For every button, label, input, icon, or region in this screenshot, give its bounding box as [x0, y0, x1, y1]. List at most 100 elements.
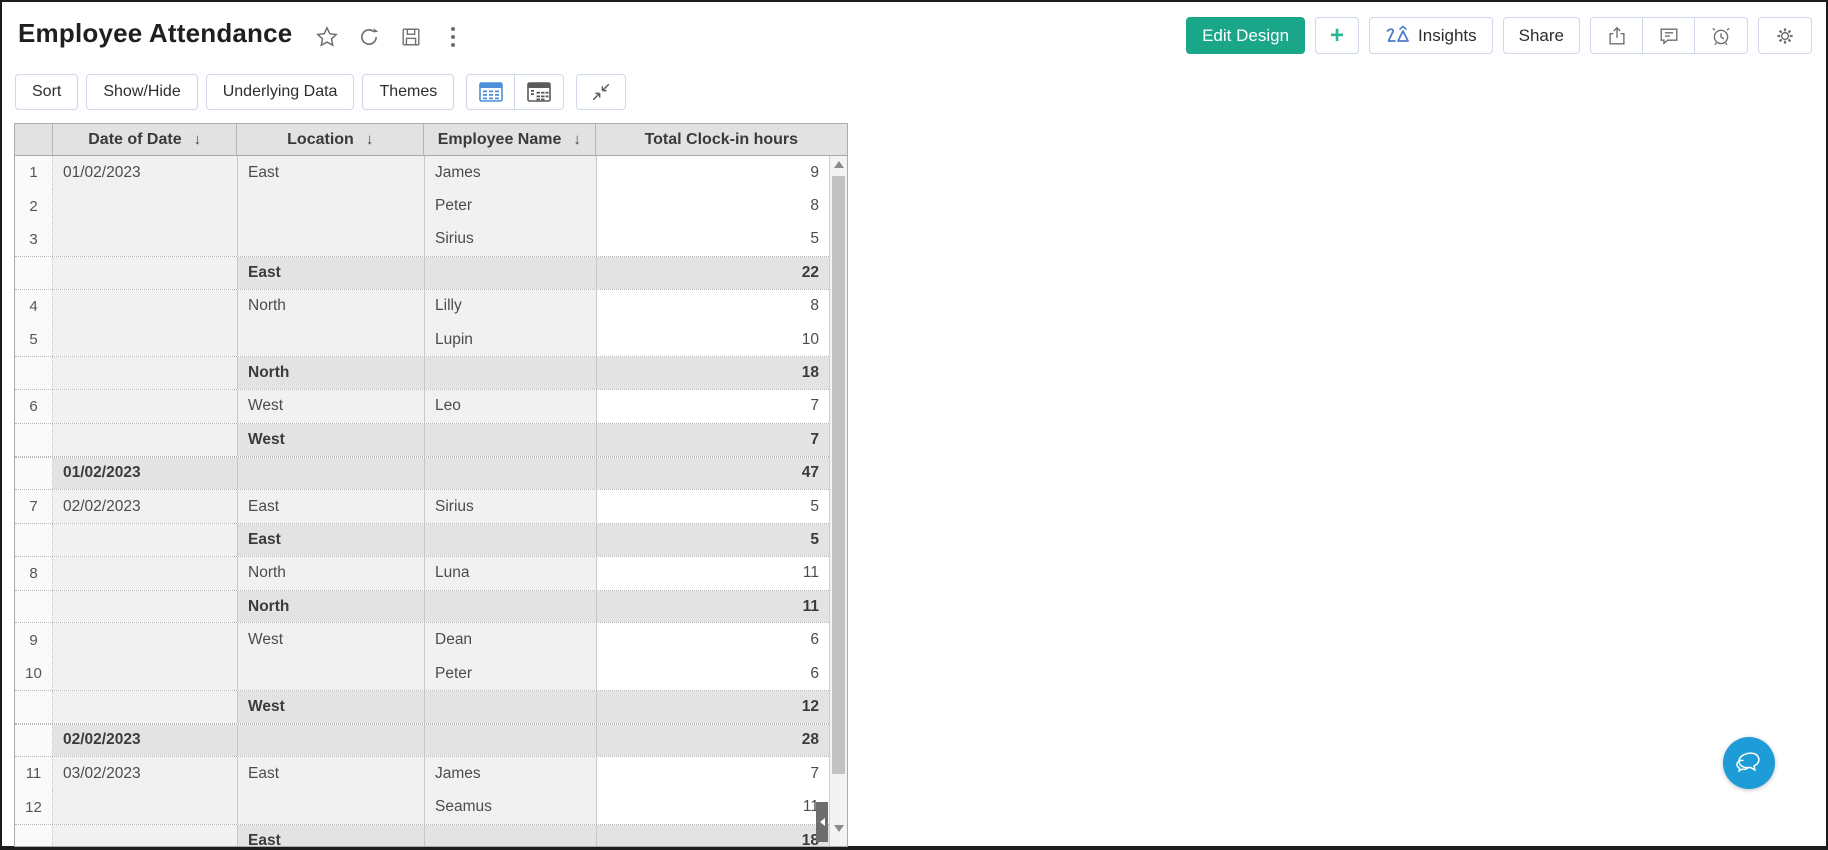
employee-cell [425, 591, 597, 623]
row-number-cell [15, 257, 53, 289]
employee-cell: Luna [425, 556, 597, 591]
add-button[interactable]: + [1315, 17, 1360, 54]
export-icon[interactable] [1591, 18, 1643, 53]
employee-cell [425, 691, 597, 723]
table-row[interactable]: 1 01/02/2023 East James 9 [15, 156, 829, 190]
location-cell [238, 189, 425, 223]
row-number-header [15, 124, 53, 155]
location-cell [238, 656, 425, 691]
subtotal-row[interactable]: East 5 [15, 523, 829, 557]
subtotal-row[interactable]: West 7 [15, 423, 829, 457]
subtotal-row[interactable]: West 12 [15, 690, 829, 724]
table-row[interactable]: 5 Lupin 10 [15, 322, 829, 357]
total-hours-cell: 11 [597, 591, 829, 623]
themes-button[interactable]: Themes [362, 74, 455, 110]
vertical-scrollbar[interactable] [829, 156, 847, 846]
row-number-cell [15, 691, 53, 723]
settings-gear-icon[interactable] [1758, 17, 1812, 54]
table-rows: 1 01/02/2023 East James 9 2 Peter 8 3 Sirius 5 East… [15, 156, 829, 846]
collapse-icon[interactable] [576, 74, 627, 110]
date-cell [53, 189, 238, 223]
date-cell [53, 289, 238, 323]
subtotal-row[interactable]: East 22 [15, 256, 829, 290]
share-button[interactable]: Share [1502, 17, 1580, 54]
column-header-label: Employee Name [437, 130, 562, 148]
table-row[interactable]: 8 North Luna 11 [15, 556, 829, 591]
kebab-menu-icon[interactable] [440, 24, 466, 50]
column-header-location[interactable]: Location ↓ [237, 124, 425, 155]
zia-insights-label: Insights [1418, 25, 1477, 45]
edit-design-button[interactable]: Edit Design [1186, 17, 1306, 54]
table-row[interactable]: 7 02/02/2023 East Sirius 5 [15, 489, 829, 524]
subtotal-row[interactable]: East 18 [15, 823, 829, 846]
table-view-icon[interactable] [467, 75, 516, 109]
date-cell: 02/02/2023 [53, 489, 238, 524]
row-number-cell [15, 457, 53, 489]
table-row[interactable]: 9 West Dean 6 [15, 623, 829, 657]
scrollbar-thumb[interactable] [832, 176, 845, 774]
pivot-view-icon[interactable] [515, 75, 563, 109]
date-cell [53, 691, 238, 723]
employee-cell [425, 357, 597, 389]
column-header-date[interactable]: Date of Date ↓ [53, 124, 238, 155]
sort-desc-icon[interactable]: ↓ [194, 131, 202, 148]
column-header-total-hours[interactable]: Total Clock-in hours [596, 124, 847, 155]
table-row[interactable]: 2 Peter 8 [15, 189, 829, 223]
row-number-cell: 12 [15, 790, 53, 824]
subtotal-row[interactable]: North 18 [15, 356, 829, 390]
comment-icon[interactable] [1643, 18, 1695, 53]
table-row[interactable]: 3 Sirius 5 [15, 222, 829, 257]
employee-cell: Sirius [425, 222, 597, 257]
location-cell [238, 322, 425, 357]
zia-insights-button[interactable]: Insights [1369, 17, 1493, 54]
date-cell [53, 556, 238, 591]
subtotal-row[interactable]: 01/02/2023 47 [15, 456, 829, 490]
total-hours-cell: 11 [597, 556, 829, 591]
sort-button[interactable]: Sort [15, 74, 79, 110]
total-hours-cell: 5 [597, 524, 829, 556]
horizontal-scroll-handle[interactable] [816, 802, 828, 842]
date-cell [53, 222, 238, 257]
top-actions: Edit Design + Insights Share [1186, 17, 1812, 54]
show-hide-button[interactable]: Show/Hide [86, 74, 198, 110]
subtotal-row[interactable]: North 11 [15, 590, 829, 624]
total-hours-cell: 11 [597, 790, 829, 824]
total-hours-cell: 6 [597, 656, 829, 691]
date-cell [53, 656, 238, 691]
employee-cell [425, 457, 597, 489]
location-cell: East [238, 257, 425, 289]
zoho-analytics-report-page: { "header": { "title": "Employee Attenda… [0, 0, 1828, 850]
employee-cell: Peter [425, 189, 597, 223]
table-body: 1 01/02/2023 East James 9 2 Peter 8 3 Sirius 5 East… [15, 156, 847, 846]
scroll-down-icon[interactable] [834, 825, 844, 832]
refresh-icon[interactable] [356, 24, 382, 50]
total-hours-cell: 12 [597, 691, 829, 723]
sort-desc-icon[interactable]: ↓ [366, 131, 374, 148]
date-cell: 02/02/2023 [53, 724, 238, 757]
table-row[interactable]: 10 Peter 6 [15, 656, 829, 691]
row-number-cell [15, 824, 53, 846]
chat-support-button[interactable] [1723, 737, 1775, 789]
title-action-icons [314, 24, 466, 50]
location-cell [238, 222, 425, 257]
total-hours-cell: 18 [597, 357, 829, 389]
underlying-data-button[interactable]: Underlying Data [205, 74, 355, 110]
alarm-icon[interactable] [1695, 18, 1747, 53]
table-row[interactable]: 4 North Lilly 8 [15, 289, 829, 323]
subtotal-row[interactable]: 02/02/2023 28 [15, 723, 829, 758]
column-header-employee[interactable]: Employee Name ↓ [424, 124, 596, 155]
date-cell [53, 257, 238, 289]
column-header-label: Location [287, 130, 354, 148]
save-icon[interactable] [398, 24, 424, 50]
sort-desc-icon[interactable]: ↓ [573, 131, 581, 148]
star-icon[interactable] [314, 24, 340, 50]
table-row[interactable]: 12 Seamus 11 [15, 790, 829, 824]
total-hours-cell: 10 [597, 322, 829, 357]
location-cell: North [238, 357, 425, 389]
employee-cell: Lilly [425, 289, 597, 323]
table-row[interactable]: 6 West Leo 7 [15, 389, 829, 424]
scroll-up-icon[interactable] [834, 161, 844, 168]
column-header-label: Total Clock-in hours [644, 130, 799, 148]
row-number-cell: 8 [15, 556, 53, 591]
table-row[interactable]: 11 03/02/2023 East James 7 [15, 757, 829, 791]
